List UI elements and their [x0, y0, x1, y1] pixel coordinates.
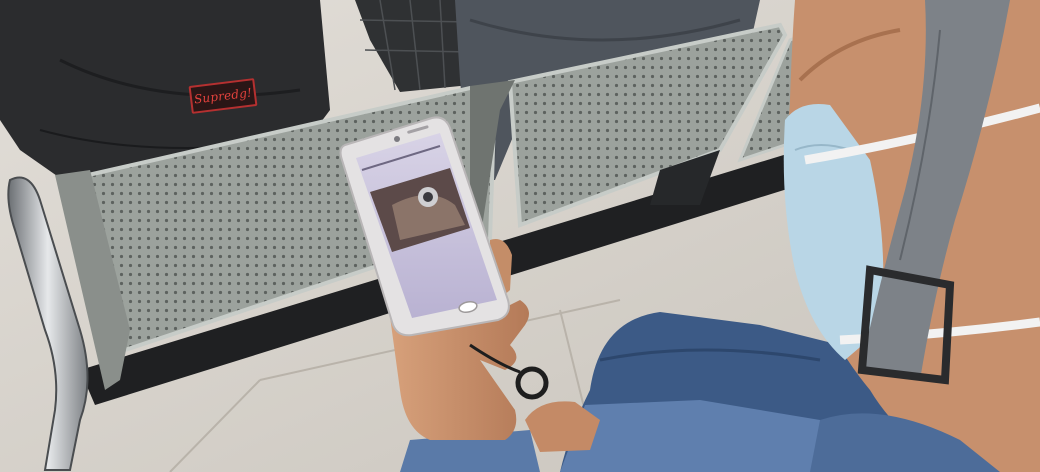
- jacket-brand-text: Supredg!: [193, 85, 253, 107]
- waiting-room-photo: Supredg!: [0, 0, 1040, 472]
- scene-illustration: [0, 0, 1040, 472]
